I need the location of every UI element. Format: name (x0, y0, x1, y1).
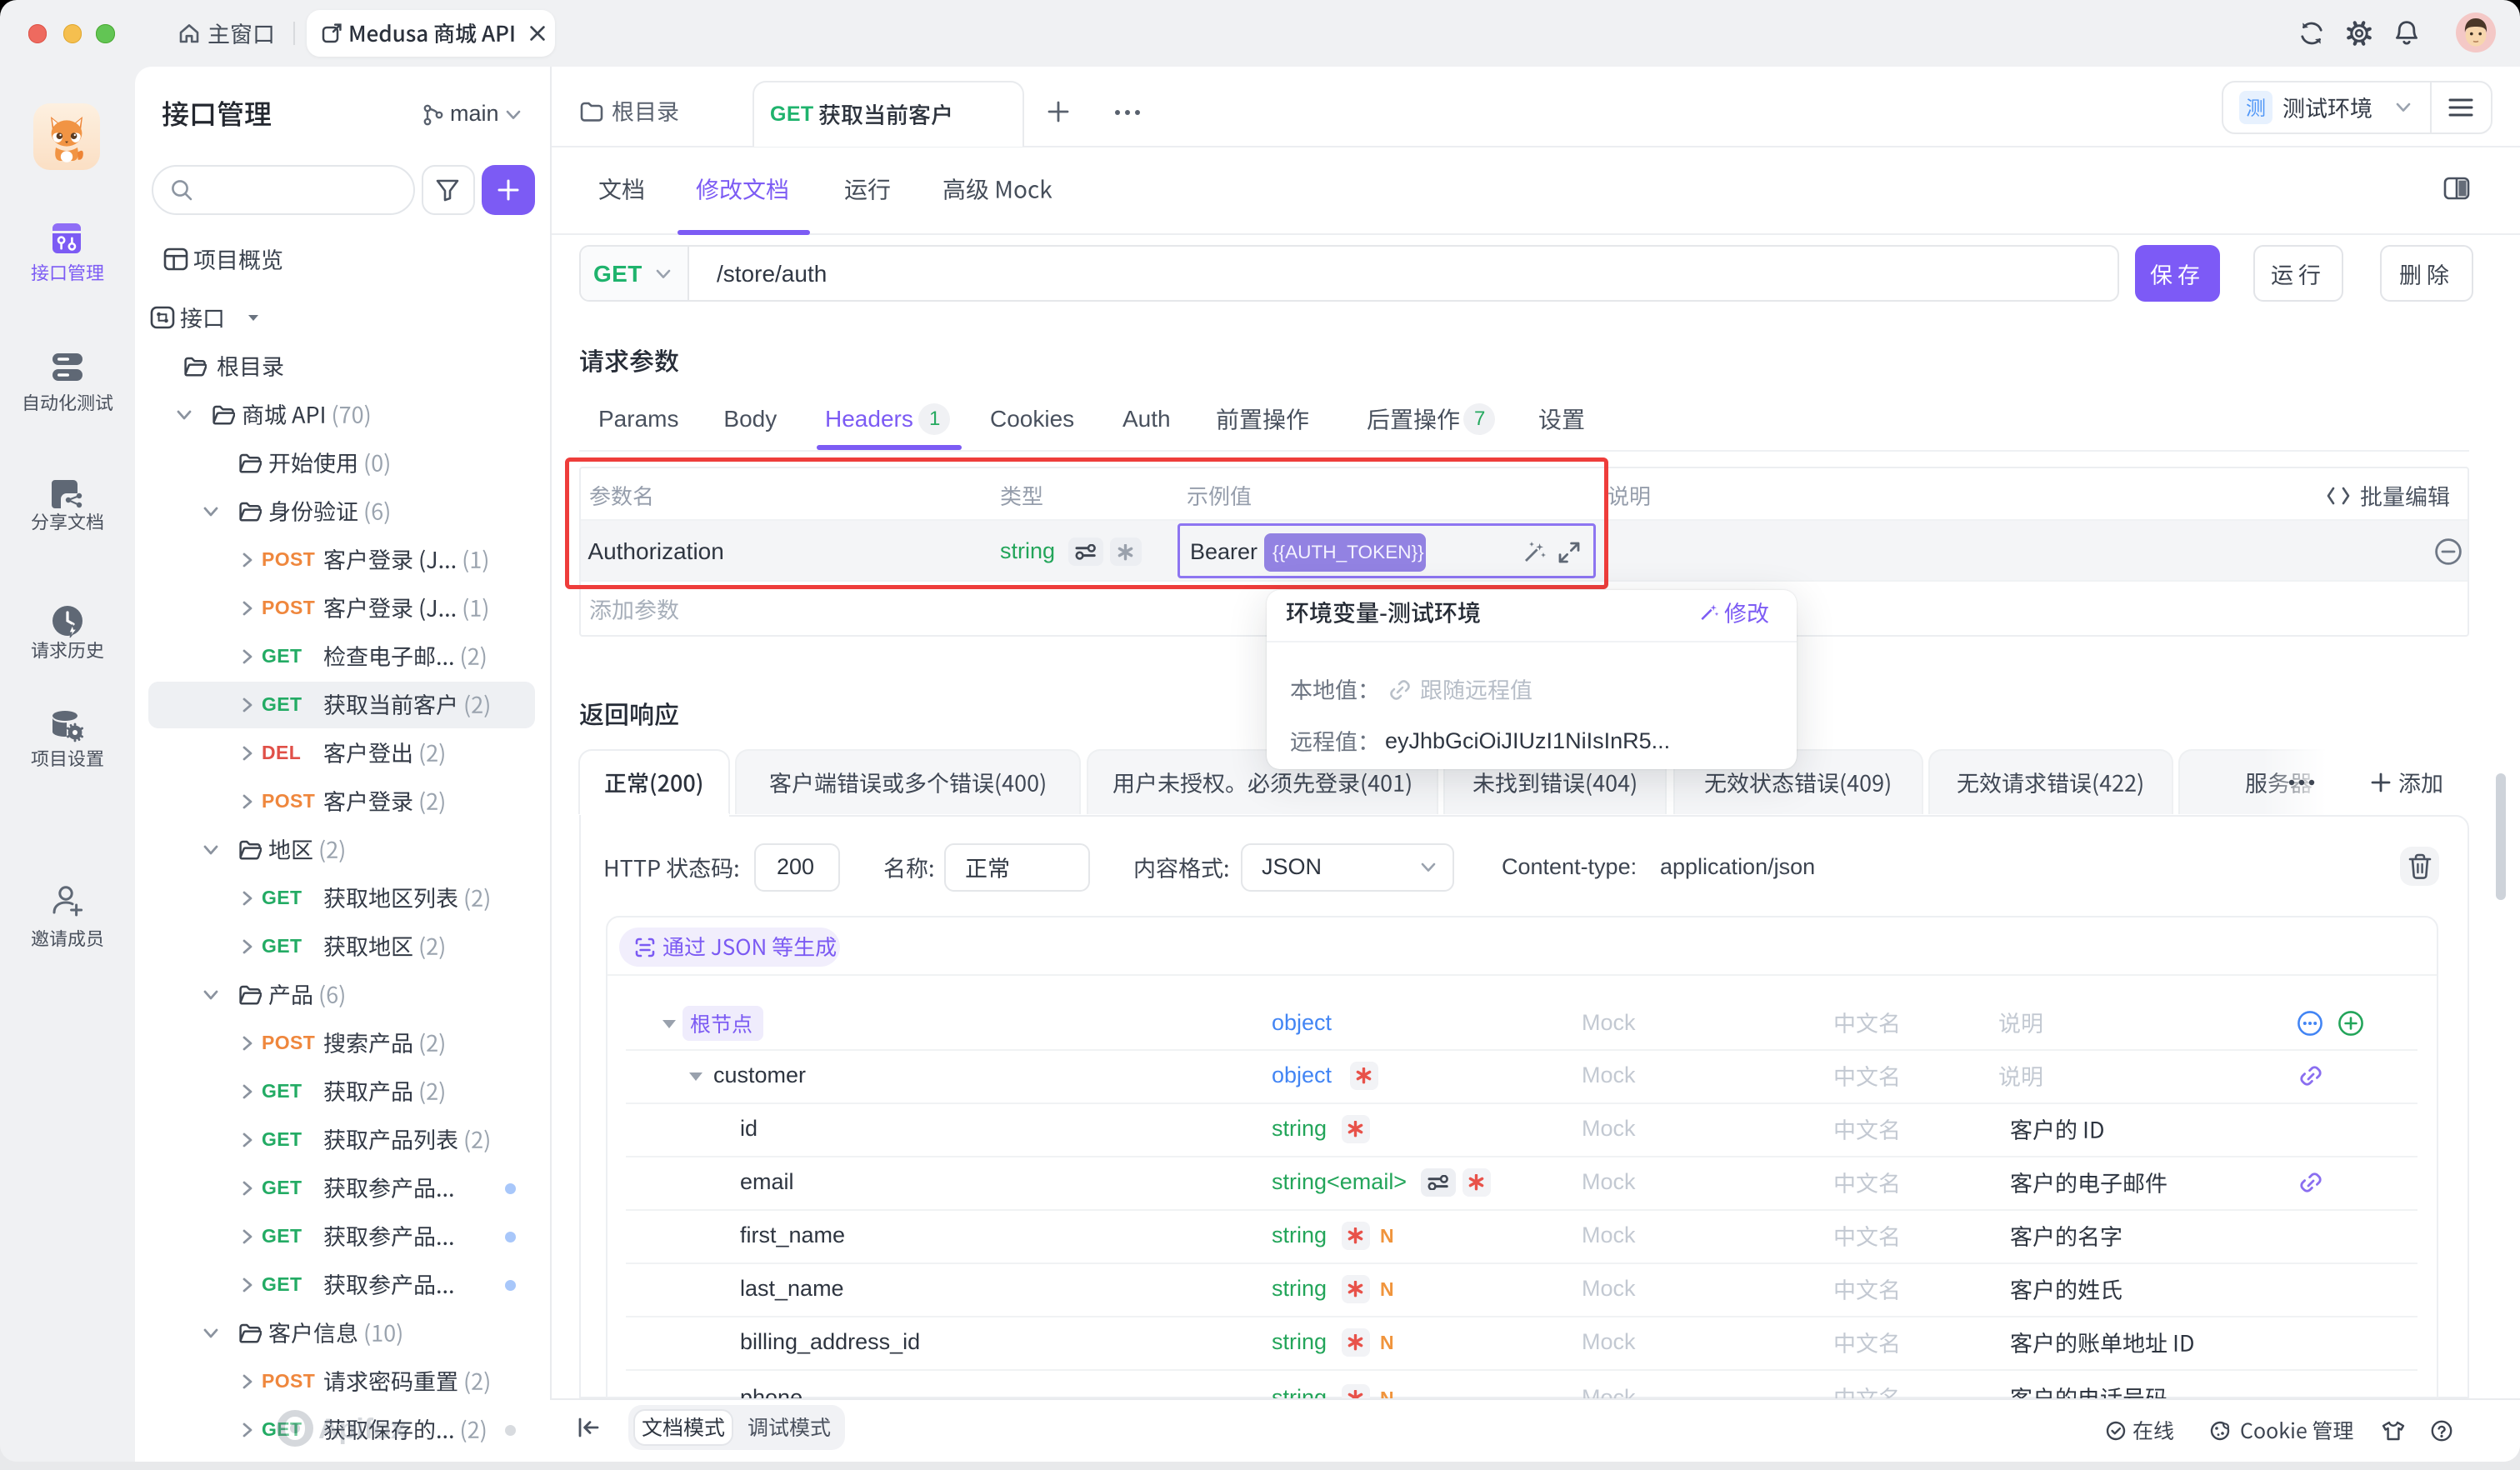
svg-text:Apifox: Apifox (318, 1413, 407, 1445)
